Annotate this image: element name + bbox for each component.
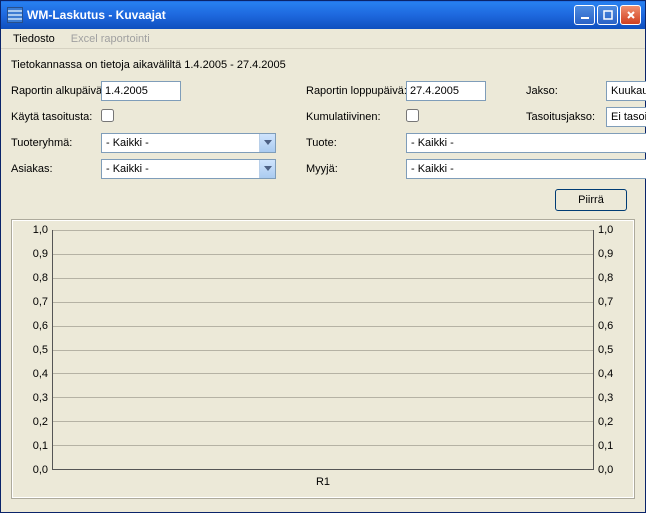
- y-tick-right: 0,0: [598, 464, 613, 476]
- title-bar: WM-Laskutus - Kuvaajat: [1, 1, 645, 29]
- chart-panel: 1,0 0,9 0,8 0,7 0,6 0,5 0,4 0,3 0,2 0,1 0,0 1,0 0,9…: [11, 219, 635, 499]
- menu-file[interactable]: Tiedosto: [5, 31, 63, 47]
- label-smoothing-period: Tasoitusjakso:: [526, 111, 606, 123]
- label-period: Jakso:: [526, 85, 606, 97]
- end-date-input[interactable]: [406, 81, 486, 101]
- seller-combo[interactable]: - Kaikki -: [406, 159, 646, 179]
- minimize-button[interactable]: [574, 5, 595, 25]
- chart-x-label: R1: [24, 476, 622, 488]
- label-end-date: Raportin loppupäivä:: [306, 85, 406, 97]
- product-value: - Kaikki -: [411, 137, 646, 149]
- period-combo[interactable]: Kuukausi: [606, 81, 646, 101]
- y-tick-left: 0,1: [33, 440, 48, 452]
- product-group-combo[interactable]: - Kaikki -: [101, 133, 276, 153]
- y-tick-right: 0,7: [598, 296, 613, 308]
- y-tick-right: 0,9: [598, 248, 613, 260]
- label-smoothing: Käytä tasoitusta:: [11, 111, 101, 123]
- y-tick-right: 0,5: [598, 344, 613, 356]
- y-tick-left: 0,9: [33, 248, 48, 260]
- menu-bar: Tiedosto Excel raportointi: [1, 29, 645, 49]
- y-tick-left: 1,0: [33, 224, 48, 236]
- chevron-down-icon: [259, 160, 275, 178]
- label-product: Tuote:: [306, 137, 406, 149]
- y-tick-left: 0,0: [33, 464, 48, 476]
- y-tick-left: 0,6: [33, 320, 48, 332]
- y-tick-left: 0,4: [33, 368, 48, 380]
- chevron-down-icon: [259, 134, 275, 152]
- label-seller: Myyjä:: [306, 163, 406, 175]
- label-cumulative: Kumulatiivinen:: [306, 111, 406, 123]
- y-tick-right: 0,1: [598, 440, 613, 452]
- draw-button[interactable]: Piirrä: [555, 189, 627, 211]
- window-title: WM-Laskutus - Kuvaajat: [27, 8, 572, 22]
- y-axis-left: 1,00,90,80,70,60,50,40,30,20,10,0: [24, 230, 52, 470]
- y-tick-right: 0,3: [598, 392, 613, 404]
- y-tick-right: 0,2: [598, 416, 613, 428]
- menu-excel: Excel raportointi: [63, 31, 158, 47]
- product-group-value: - Kaikki -: [106, 137, 259, 149]
- y-tick-left: 0,5: [33, 344, 48, 356]
- y-tick-right: 0,4: [598, 368, 613, 380]
- y-tick-left: 0,7: [33, 296, 48, 308]
- app-icon: [7, 7, 23, 23]
- y-tick-left: 0,8: [33, 272, 48, 284]
- cumulative-checkbox[interactable]: [406, 109, 419, 122]
- start-date-input[interactable]: [101, 81, 181, 101]
- close-button[interactable]: [620, 5, 641, 25]
- y-tick-right: 0,6: [598, 320, 613, 332]
- y-tick-right: 1,0: [598, 224, 613, 236]
- y-tick-right: 0,8: [598, 272, 613, 284]
- y-tick-left: 0,3: [33, 392, 48, 404]
- label-start-date: Raportin alkupäivä:: [11, 85, 101, 97]
- chart-plot-area: [52, 230, 594, 470]
- smoothing-period-value: Ei tasoitusta: [611, 111, 646, 123]
- label-customer: Asiakas:: [11, 163, 101, 175]
- smoothing-checkbox[interactable]: [101, 109, 114, 122]
- product-combo[interactable]: - Kaikki -: [406, 133, 646, 153]
- label-product-group: Tuoteryhmä:: [11, 137, 101, 149]
- period-value: Kuukausi: [611, 85, 646, 97]
- y-axis-right: 1,00,90,80,70,60,50,40,30,20,10,0: [594, 230, 622, 470]
- maximize-button[interactable]: [597, 5, 618, 25]
- info-text: Tietokannassa on tietoja aikaväliltä 1.4…: [11, 59, 635, 71]
- customer-value: - Kaikki -: [106, 163, 259, 175]
- seller-value: - Kaikki -: [411, 163, 646, 175]
- customer-combo[interactable]: - Kaikki -: [101, 159, 276, 179]
- y-tick-left: 0,2: [33, 416, 48, 428]
- smoothing-period-combo[interactable]: Ei tasoitusta: [606, 107, 646, 127]
